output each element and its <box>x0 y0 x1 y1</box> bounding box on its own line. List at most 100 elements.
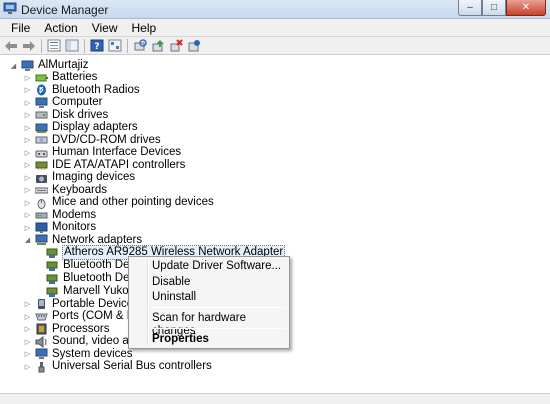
expand-arrow-icon[interactable]: ▷ <box>23 223 32 232</box>
close-button[interactable]: ✕ <box>506 0 546 16</box>
toolbar-separator <box>41 38 42 53</box>
tree-item-batteries[interactable]: ▷ Batteries <box>23 71 98 84</box>
expand-arrow-icon[interactable]: ▷ <box>23 73 32 82</box>
camera-icon <box>36 174 47 183</box>
monitor-icon <box>35 222 48 233</box>
ide-controller-icon <box>35 161 48 170</box>
collapse-arrow-icon[interactable]: ◢ <box>9 61 18 70</box>
tree-item-human-interface-devices[interactable]: ▷ Human Interface Devices <box>23 146 182 159</box>
expand-arrow-icon[interactable]: ▷ <box>23 148 32 157</box>
menu-item-properties[interactable]: Properties <box>152 333 209 346</box>
network-card-icon <box>46 261 58 271</box>
tree-item-ide-controllers[interactable]: ▷ IDE ATA/ATAPI controllers <box>23 159 186 172</box>
tree-item-label: Universal Serial Bus controllers <box>52 360 212 372</box>
portable-device-icon <box>38 299 45 309</box>
expand-arrow-icon[interactable]: ▷ <box>23 337 32 346</box>
properties-list-icon <box>47 39 61 52</box>
enable-disable-button[interactable] <box>186 38 202 53</box>
expand-arrow-icon[interactable]: ▷ <box>23 111 32 120</box>
sound-icon <box>35 335 47 348</box>
tree-item-computer[interactable]: ▷ Computer <box>23 96 104 109</box>
tree-item-label: DVD/CD-ROM drives <box>52 133 161 146</box>
tree-item-label: Disk drives <box>52 108 109 121</box>
tree-item-label: IDE ATA/ATAPI controllers <box>52 158 186 171</box>
minimize-button[interactable]: – <box>458 0 482 16</box>
collapse-arrow-icon[interactable]: ◢ <box>23 236 32 245</box>
mouse-icon <box>37 198 46 209</box>
window-title: Device Manager <box>21 3 109 17</box>
uninstall-button[interactable] <box>168 38 184 53</box>
computer-icon <box>21 60 34 71</box>
scan-hardware-icon <box>134 39 147 51</box>
expand-arrow-icon[interactable]: ▷ <box>23 136 32 145</box>
tree-item-system-devices[interactable]: ▷ System devices <box>23 348 134 361</box>
tree-item-monitors[interactable]: ▷ Monitors <box>23 221 97 234</box>
maximize-button[interactable]: □ <box>482 0 506 16</box>
tree-item-dvd-drives[interactable]: ▷ DVD/CD-ROM drives <box>23 134 162 147</box>
minimize-icon: – <box>467 1 473 13</box>
tree-item-label: Imaging devices <box>52 171 136 183</box>
toolbar: ? <box>0 37 550 55</box>
context-menu: Update Driver Software... Disable Uninst… <box>128 256 290 349</box>
hid-icon <box>35 150 48 157</box>
window-controls: – □ ✕ <box>458 0 546 17</box>
help-icon: ? <box>90 39 104 52</box>
expand-arrow-icon[interactable]: ▷ <box>23 161 32 170</box>
devices-view-button[interactable] <box>107 38 123 53</box>
expand-arrow-icon[interactable]: ▷ <box>23 186 32 195</box>
tree-item-label: Display adapters <box>52 121 138 133</box>
expand-arrow-icon[interactable]: ▷ <box>23 312 32 321</box>
expand-arrow-icon[interactable]: ▷ <box>23 173 32 182</box>
menu-file[interactable]: File <box>4 19 37 37</box>
usb-icon <box>38 361 45 372</box>
expand-arrow-icon[interactable]: ▷ <box>23 211 32 220</box>
tree-item-display-adapters[interactable]: ▷ Display adapters <box>23 121 139 134</box>
back-button[interactable] <box>3 38 19 53</box>
tree-item-label: Mice and other pointing devices <box>52 196 214 208</box>
expand-arrow-icon[interactable]: ▷ <box>23 362 32 371</box>
tree-item-mice[interactable]: ▷ Mice and other pointing devices <box>23 196 215 209</box>
battery-icon <box>35 74 48 81</box>
menu-bar: File Action View Help <box>0 19 550 37</box>
tree-item-keyboards[interactable]: ▷ Keyboards <box>23 184 108 197</box>
expand-arrow-icon[interactable]: ▷ <box>23 350 32 359</box>
menu-action[interactable]: Action <box>37 19 84 37</box>
scan-hardware-button[interactable] <box>132 38 148 53</box>
expand-arrow-icon[interactable]: ▷ <box>23 300 32 309</box>
show-hide-tree-button[interactable] <box>64 38 80 53</box>
tree-item-label: Monitors <box>52 221 97 233</box>
menu-view[interactable]: View <box>85 19 125 37</box>
keyboard-icon <box>35 187 48 194</box>
update-driver-icon <box>152 40 164 52</box>
tree-item-label: Bluetooth Radios <box>52 83 140 96</box>
tree-item-disk-drives[interactable]: ▷ Disk drives <box>23 109 109 122</box>
tree-item-imaging-devices[interactable]: ▷ Imaging devices <box>23 171 136 184</box>
system-device-icon <box>35 348 48 359</box>
menu-item-update-driver[interactable]: Update Driver Software... <box>152 260 281 273</box>
maximize-icon: □ <box>490 1 498 13</box>
show-hide-tree-icon <box>65 39 79 52</box>
expand-arrow-icon[interactable]: ▷ <box>23 198 32 207</box>
tree-item-usb-controllers[interactable]: ▷ Universal Serial Bus controllers <box>23 360 213 373</box>
forward-button[interactable] <box>21 38 37 53</box>
properties-list-button[interactable] <box>46 38 62 53</box>
back-arrow-icon <box>5 40 17 51</box>
tree-item-portable-devices[interactable]: ▷ Portable Devices <box>23 298 140 311</box>
help-button[interactable]: ? <box>89 38 105 53</box>
expand-arrow-icon[interactable]: ▷ <box>23 86 32 95</box>
menu-item-disable[interactable]: Disable <box>152 276 190 289</box>
device-manager-icon <box>3 2 17 14</box>
title-bar[interactable]: Device Manager – □ ✕ <box>0 0 550 19</box>
update-driver-button[interactable] <box>150 38 166 53</box>
computer-icon <box>35 97 48 108</box>
menu-help[interactable]: Help <box>125 19 164 37</box>
tree-item-modems[interactable]: ▷ Modems <box>23 209 97 222</box>
expand-arrow-icon[interactable]: ▷ <box>23 123 32 132</box>
tree-item-processors[interactable]: ▷ Processors <box>23 323 111 336</box>
menu-item-uninstall[interactable]: Uninstall <box>152 291 196 304</box>
menu-separator <box>151 328 286 329</box>
forward-arrow-icon <box>23 40 35 51</box>
tree-item-bluetooth-radios[interactable]: ▷ Bluetooth Radios <box>23 84 141 97</box>
expand-arrow-icon[interactable]: ▷ <box>23 98 32 107</box>
expand-arrow-icon[interactable]: ▷ <box>23 325 32 334</box>
